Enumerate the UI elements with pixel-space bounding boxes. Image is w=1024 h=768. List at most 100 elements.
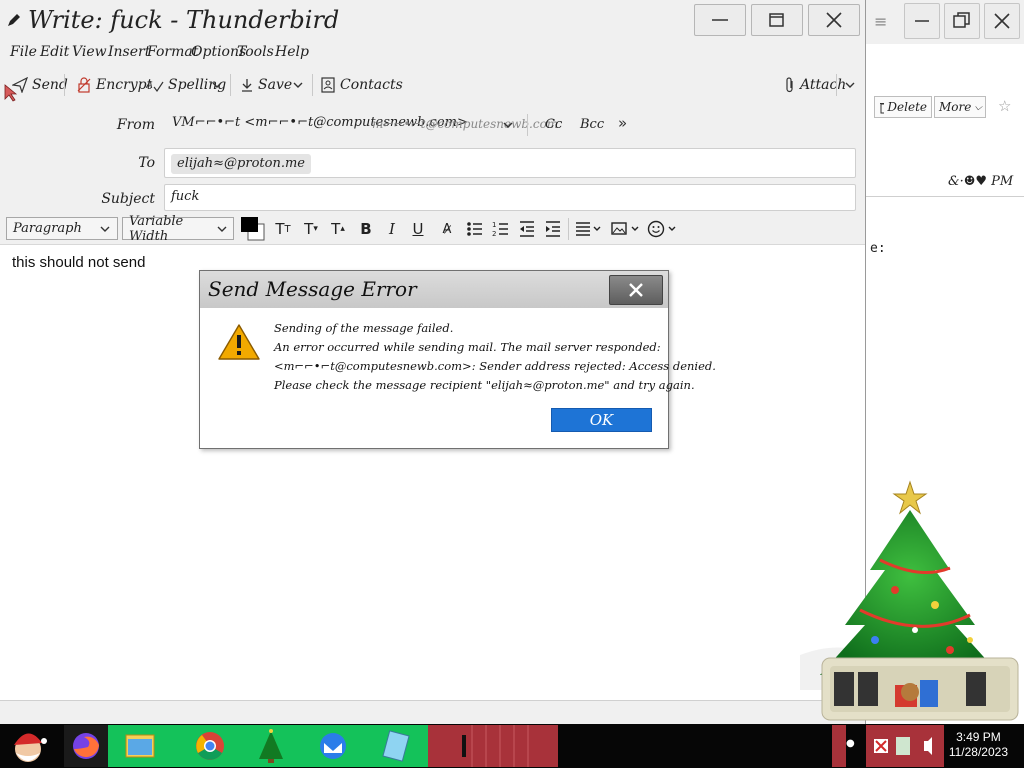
clear-format-icon[interactable]: A̷	[436, 220, 458, 238]
emoji-icon[interactable]	[646, 219, 680, 239]
chevron-down-icon	[212, 82, 222, 88]
taskbar-thunderbird[interactable]	[304, 725, 366, 767]
bcc-button[interactable]: Bcc	[580, 117, 604, 132]
smaller-font-icon[interactable]: TT	[272, 220, 294, 238]
to-field[interactable]: elijah≈@proton.me	[164, 148, 856, 178]
minimize-icon	[712, 19, 728, 21]
spelling-dropdown[interactable]	[210, 74, 224, 96]
more-label: More	[939, 100, 972, 114]
chevron-down-icon	[217, 226, 227, 232]
minimize-button[interactable]	[694, 4, 746, 36]
paperclip-icon	[786, 77, 793, 93]
chevron-down-icon	[293, 82, 303, 88]
spellcheck-icon: A	[146, 80, 164, 93]
star-icon[interactable]: ☆	[998, 97, 1011, 115]
sender-fragment: &·☻♥ PM	[948, 174, 1014, 189]
taskbar-file-explorer[interactable]	[108, 725, 172, 767]
underline-icon[interactable]: U	[407, 220, 429, 238]
hamburger-menu-icon[interactable]: ≡	[874, 12, 887, 31]
bold-icon[interactable]: B	[355, 220, 377, 238]
thunderbird-icon	[320, 733, 346, 759]
menu-file[interactable]: File	[10, 44, 37, 60]
attach-dropdown[interactable]	[843, 74, 857, 96]
dialog-titlebar: Send Message Error	[200, 271, 668, 308]
menu-edit[interactable]: Edit	[40, 44, 69, 60]
formatting-toolbar: Paragraph Variable Width TT T ▾ T ▴ B I U …	[0, 214, 865, 245]
outdent-icon[interactable]	[518, 220, 536, 238]
contacts-button[interactable]: Contacts	[320, 74, 403, 96]
text-color-picker[interactable]	[240, 216, 266, 242]
menu-help[interactable]: Help	[275, 44, 309, 60]
christmas-tree-icon	[259, 729, 283, 763]
chevron-down-icon[interactable]	[501, 118, 515, 132]
window-title: Write: fuck - Thunderbird	[28, 6, 340, 34]
numbered-list-icon[interactable]: 12	[492, 220, 510, 238]
error-line-3: <m⌐⌐•⌐t@computesnewb.com>: Sender addres…	[274, 359, 716, 373]
close-button[interactable]	[808, 4, 860, 36]
superscript-icon[interactable]: T ▴	[327, 220, 349, 238]
chevron-down-icon: ⌵	[974, 101, 982, 113]
close-icon	[629, 283, 643, 297]
error-line-4: Please check the message recipient "elij…	[274, 378, 695, 392]
align-dropdown-icon[interactable]	[574, 220, 604, 238]
ok-button[interactable]: OK	[551, 408, 652, 432]
chevron-down-icon	[845, 82, 855, 88]
subject-label: Subject	[101, 191, 155, 207]
toolbar-separator	[836, 74, 837, 96]
toolbar-separator	[312, 74, 313, 96]
dialog-title: Send Message Error	[208, 277, 417, 301]
menu-insert[interactable]: Insert	[108, 44, 150, 60]
menu-view[interactable]: View	[72, 44, 107, 60]
clock-date: 11/28/2023	[948, 745, 1008, 759]
subscript-icon[interactable]: T ▾	[300, 220, 322, 238]
from-label: From	[116, 117, 155, 133]
taskbar-pattern-icon	[462, 725, 529, 767]
chrome-icon	[196, 732, 224, 760]
pencil-icon	[8, 14, 20, 26]
encrypt-button[interactable]: Encrypt	[76, 74, 152, 96]
cc-button[interactable]: Cc	[545, 117, 562, 132]
tray-icons	[874, 737, 932, 755]
start-button[interactable]	[2, 725, 54, 767]
menu-tools[interactable]: Tools	[237, 44, 274, 60]
bulleted-list-icon[interactable]	[466, 220, 484, 238]
save-label: Save	[258, 77, 293, 93]
taskbar-firefox[interactable]	[64, 725, 108, 767]
indent-icon[interactable]	[544, 220, 562, 238]
maximize-button[interactable]	[751, 4, 803, 36]
svg-text:2: 2	[492, 230, 496, 238]
santa-start-icon	[14, 733, 47, 762]
paragraph-format-value: Paragraph	[13, 221, 82, 236]
christmas-tree-gadget	[800, 480, 1024, 724]
taskbar-window-button[interactable]	[428, 725, 558, 767]
italic-icon[interactable]: I	[381, 220, 403, 238]
mouse-cursor-icon	[4, 84, 18, 102]
bg-minimize-button[interactable]	[904, 3, 940, 39]
message-body-fragment: e:	[870, 241, 886, 256]
subject-input[interactable]: fuck	[164, 184, 856, 211]
compose-toolbar: Send Encrypt A Spelling Save Contacts At…	[0, 66, 865, 102]
tray-overflow[interactable]	[832, 725, 846, 767]
taskbar-tree-app[interactable]	[238, 725, 304, 767]
more-headers-icon[interactable]: »	[618, 114, 627, 132]
font-select[interactable]: Variable Width	[122, 214, 234, 244]
error-line-2: An error occurred while sending mail. Th…	[274, 340, 661, 354]
taskbar-chrome[interactable]	[172, 725, 238, 767]
from-alt-address: m⌐⌐•⌐t@computesnewb.com	[372, 117, 559, 131]
paragraph-format-select[interactable]: Paragraph	[6, 217, 118, 240]
taskbar-clock[interactable]: 3:49 PM 11/28/2023	[949, 730, 1008, 760]
bg-restore-button[interactable]	[944, 3, 980, 39]
chevron-down-icon	[100, 226, 110, 232]
bg-close-button[interactable]	[984, 3, 1020, 39]
delete-button[interactable]: Delete	[874, 96, 932, 118]
message-body-text: this should not send	[12, 254, 146, 271]
recipient-pill[interactable]: elijah≈@proton.me	[171, 154, 311, 174]
save-button[interactable]: Save	[240, 74, 292, 96]
taskbar-notepad[interactable]	[366, 725, 428, 767]
subject-value: fuck	[171, 189, 200, 204]
clock-time: 3:49 PM	[956, 730, 1001, 744]
insert-image-icon[interactable]	[610, 220, 642, 238]
save-dropdown[interactable]	[291, 74, 305, 96]
more-button[interactable]: More ⌵	[934, 96, 986, 118]
dialog-close-button[interactable]	[609, 275, 663, 305]
